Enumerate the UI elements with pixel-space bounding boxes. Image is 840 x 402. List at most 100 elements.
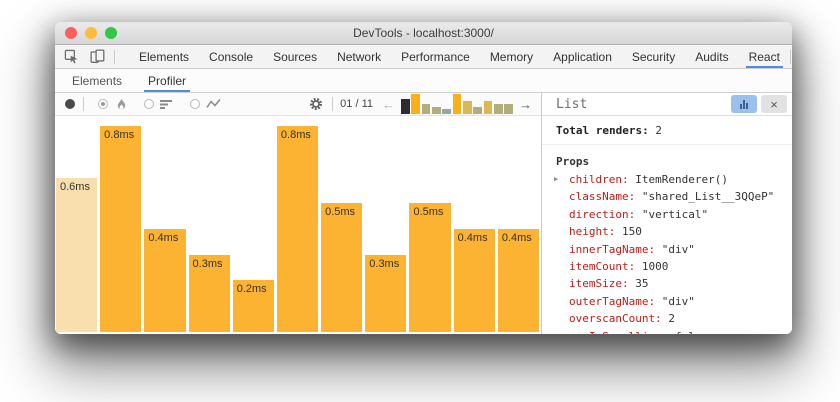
settings-gear-icon[interactable]: [307, 95, 325, 113]
ranked-radio[interactable]: [144, 99, 154, 109]
commit-bar-label: 0.8ms: [277, 126, 318, 141]
tab-network[interactable]: Network: [327, 45, 391, 68]
view-flamegraph-option[interactable]: [98, 95, 130, 113]
prop-value: false: [668, 330, 708, 334]
tab-application[interactable]: Application: [543, 45, 622, 68]
component-panel-header: List ×: [542, 93, 792, 116]
commit-bar-label: 0.5ms: [409, 203, 450, 218]
commit-bar-2[interactable]: 0.8ms: [100, 126, 141, 332]
component-panel-body: Total renders: 2 Props ▶children: ItemRe…: [542, 116, 792, 334]
prop-row-children: ▶ children: ItemRenderer(): [542, 171, 792, 188]
record-button[interactable]: [65, 99, 75, 109]
prop-value: 2: [662, 312, 675, 325]
minimap-commit-6[interactable]: [453, 94, 462, 114]
minimap-commit-3[interactable]: [422, 104, 431, 114]
device-toolbar-icon[interactable]: [88, 48, 106, 66]
inspect-element-icon[interactable]: [62, 48, 80, 66]
close-panel-button[interactable]: ×: [761, 95, 787, 113]
minimap-commit-11[interactable]: [504, 104, 513, 114]
prop-row-direction: direction: "vertical": [542, 206, 792, 223]
total-renders-label: Total renders:: [556, 124, 649, 137]
commit-bar-label: 0.3ms: [365, 255, 406, 270]
tab-performance[interactable]: Performance: [391, 45, 480, 68]
commit-bar-label: 0.8ms: [100, 126, 141, 141]
prop-row-height: height: 150: [542, 223, 792, 240]
view-chart-button[interactable]: [731, 95, 757, 113]
prop-row-itemSize: itemSize: 35: [542, 275, 792, 292]
commit-bar-1[interactable]: 0.6ms: [56, 178, 97, 332]
profiler-content: 01 / 11 ← → 0.6ms0.8ms0.4ms0.3ms0.2ms0.8…: [55, 93, 792, 334]
ranked-chart-icon: [158, 95, 176, 113]
prop-name: itemSize:: [569, 277, 629, 290]
minimap-commit-2[interactable]: [411, 94, 420, 114]
minimap-commit-10[interactable]: [494, 104, 503, 114]
previous-commit-button[interactable]: ←: [380, 98, 397, 111]
tab-memory[interactable]: Memory: [480, 45, 543, 68]
tab-react[interactable]: React: [739, 45, 790, 68]
flame-icon: [112, 95, 130, 113]
subtab-elements[interactable]: Elements: [59, 69, 135, 92]
commit-bar-label: 0.6ms: [56, 178, 97, 193]
commit-bar-label: 0.4ms: [498, 229, 539, 244]
react-subtabbar: ElementsProfiler: [55, 69, 792, 93]
commit-bar-3[interactable]: 0.4ms: [144, 229, 185, 332]
component-panel: List × Total renders: 2 Props ▶children:…: [541, 93, 792, 334]
prop-row-outerTagName: outerTagName: "div": [542, 293, 792, 310]
subtab-profiler[interactable]: Profiler: [135, 69, 199, 92]
close-window-button[interactable]: [65, 27, 77, 39]
commit-bar-10[interactable]: 0.4ms: [454, 229, 495, 332]
prop-name: overscanCount:: [569, 312, 662, 325]
zoom-window-button[interactable]: [105, 27, 117, 39]
prop-value: 35: [629, 277, 649, 290]
tabbar-right-divider: [790, 50, 791, 64]
commit-bar-8[interactable]: 0.3ms: [365, 255, 406, 332]
minimap-commit-1[interactable]: [401, 99, 410, 114]
interactions-radio[interactable]: [190, 99, 200, 109]
selected-component-name: List: [556, 97, 727, 112]
tab-elements[interactable]: Elements: [129, 45, 199, 68]
minimize-window-button[interactable]: [85, 27, 97, 39]
commit-bar-5[interactable]: 0.2ms: [233, 280, 274, 332]
tab-sources[interactable]: Sources: [263, 45, 327, 68]
commit-bar-label: 0.5ms: [321, 203, 362, 218]
commit-bar-6[interactable]: 0.8ms: [277, 126, 318, 332]
total-renders-value: 2: [655, 124, 662, 137]
profiler-toolbar: 01 / 11 ← →: [55, 93, 541, 116]
minimap-commit-9[interactable]: [484, 101, 493, 114]
minimap-commit-4[interactable]: [432, 107, 441, 114]
prop-name: useIsScrolling:: [569, 330, 668, 334]
tab-audits[interactable]: Audits: [685, 45, 738, 68]
commit-counter: 01 / 11: [340, 98, 373, 110]
main-tabbar: ElementsConsoleSourcesNetworkPerformance…: [55, 45, 792, 69]
commit-bar-9[interactable]: 0.5ms: [409, 203, 450, 332]
profiler-left: 01 / 11 ← → 0.6ms0.8ms0.4ms0.3ms0.2ms0.8…: [55, 93, 541, 334]
expand-arrow-icon[interactable]: ▶: [554, 171, 558, 188]
prop-name: className:: [569, 190, 635, 203]
window-title: DevTools - localhost:3000/: [353, 26, 494, 40]
minimap-commit-5[interactable]: [442, 109, 451, 114]
prop-name: itemCount:: [569, 260, 635, 273]
prop-name: outerTagName:: [569, 295, 655, 308]
title-bar: DevTools - localhost:3000/: [55, 22, 792, 45]
view-ranked-option[interactable]: [144, 95, 176, 113]
commit-bar-4[interactable]: 0.3ms: [189, 255, 230, 332]
minimap-commit-8[interactable]: [473, 107, 482, 114]
next-commit-button[interactable]: →: [517, 98, 534, 111]
interactions-chart-icon: [204, 95, 222, 113]
view-interactions-option[interactable]: [190, 95, 222, 113]
commit-bar-11[interactable]: 0.4ms: [498, 229, 539, 332]
tab-console[interactable]: Console: [199, 45, 263, 68]
main-tabbar-tabs: ElementsConsoleSourcesNetworkPerformance…: [129, 45, 790, 68]
prop-value: ItemRenderer(): [629, 173, 728, 186]
commit-bar-label: 0.4ms: [144, 229, 185, 244]
tab-security[interactable]: Security: [622, 45, 685, 68]
prop-name: children:: [569, 173, 629, 186]
flamegraph-radio[interactable]: [98, 99, 108, 109]
ranked-bar-chart: 0.6ms0.8ms0.4ms0.3ms0.2ms0.8ms0.5ms0.3ms…: [55, 116, 541, 334]
prop-value: "div": [655, 243, 695, 256]
commit-bar-7[interactable]: 0.5ms: [321, 203, 362, 332]
bar-chart-icon: [740, 100, 748, 109]
minimap-commit-7[interactable]: [463, 101, 472, 114]
commit-minimap[interactable]: [401, 94, 513, 114]
prop-row-innerTagName: innerTagName: "div": [542, 241, 792, 258]
